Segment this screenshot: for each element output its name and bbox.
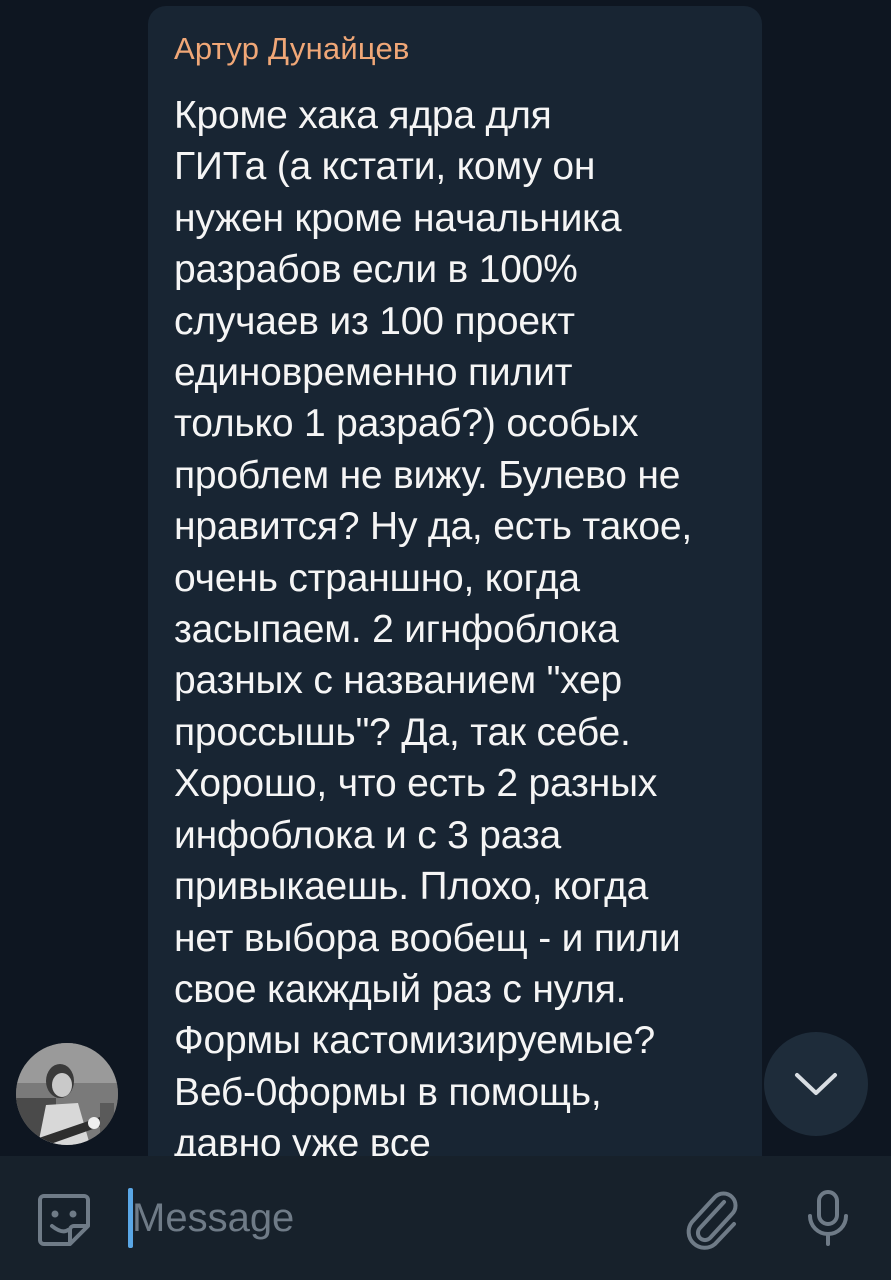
attach-button[interactable] <box>680 1186 744 1250</box>
avatar-photo <box>16 1043 118 1145</box>
sticker-smile-icon <box>38 1194 90 1246</box>
sender-avatar[interactable] <box>16 1043 118 1145</box>
sticker-button[interactable] <box>32 1188 96 1252</box>
microphone-icon <box>808 1190 848 1246</box>
voice-message-button[interactable] <box>796 1186 860 1250</box>
paperclip-icon <box>686 1191 738 1250</box>
chevron-down-icon <box>795 1073 837 1095</box>
sender-name[interactable]: Артур Дунайцев <box>174 28 738 70</box>
chat-history[interactable]: Артур Дунайцев Кроме хака ядра для ГИТа … <box>0 0 891 1156</box>
scroll-down-button[interactable] <box>764 1032 868 1136</box>
message-text: Кроме хака ядра для ГИТа (а кстати, кому… <box>174 94 693 1156</box>
message-input[interactable] <box>132 1184 652 1252</box>
message-composer <box>0 1156 891 1280</box>
message-bubble[interactable]: Артур Дунайцев Кроме хака ядра для ГИТа … <box>148 6 762 1156</box>
